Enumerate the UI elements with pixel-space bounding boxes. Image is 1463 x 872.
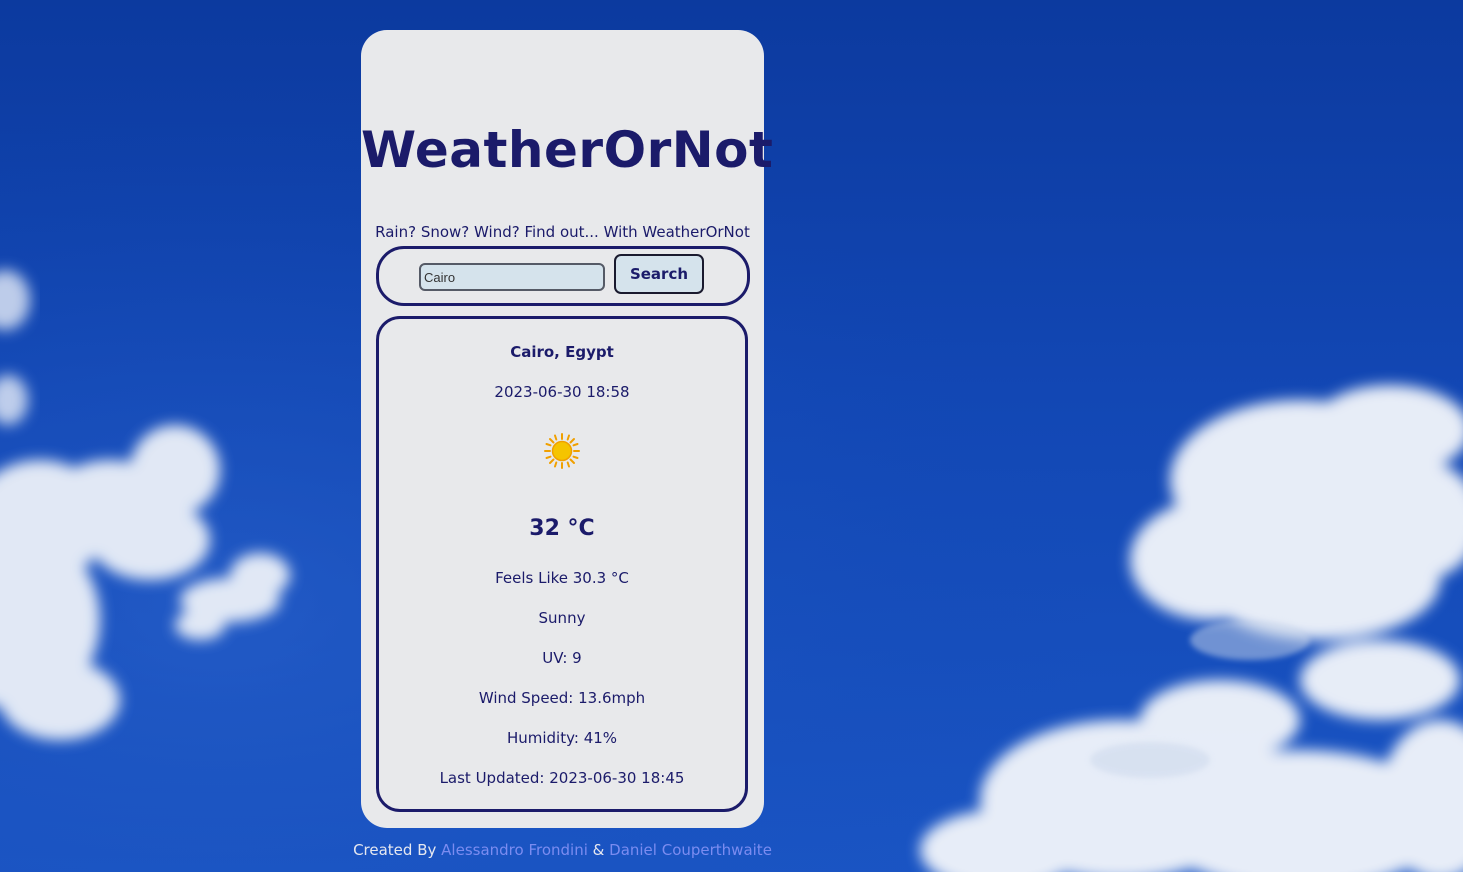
condition-text: Sunny — [538, 609, 586, 627]
temperature: 32 °C — [529, 516, 595, 541]
location-name: Cairo, Egypt — [510, 343, 614, 361]
weather-result-panel: Cairo, Egypt 2023-06-30 18:58 32 °C Feel… — [376, 316, 748, 812]
weather-card: WeatherOrNot Rain? Snow? Wind? Find out.… — [361, 30, 774, 828]
search-form: Search — [376, 246, 750, 306]
search-button[interactable]: Search — [614, 254, 704, 294]
sun-icon — [544, 433, 580, 469]
footer-credits: Created By Alessandro Frondini & Daniel … — [0, 838, 1125, 862]
footer-prefix: Created By — [353, 841, 437, 859]
last-updated: Last Updated: 2023-06-30 18:45 — [439, 769, 685, 787]
humidity: Humidity: 41% — [506, 729, 618, 747]
wind-speed: Wind Speed: 13.6mph — [478, 689, 646, 707]
author-link-2[interactable]: Daniel Couperthwaite — [609, 841, 772, 859]
feels-like: Feels Like 30.3 °C — [495, 569, 629, 587]
tagline: Rain? Snow? Wind? Find out... With Weath… — [375, 223, 750, 241]
uv-index: UV: 9 — [542, 649, 582, 667]
local-time: 2023-06-30 18:58 — [494, 383, 630, 401]
author-link-1[interactable]: Alessandro Frondini — [441, 841, 588, 859]
app-title: WeatherOrNot — [361, 121, 774, 179]
footer-separator: & — [592, 841, 605, 859]
city-search-input[interactable] — [419, 263, 605, 291]
